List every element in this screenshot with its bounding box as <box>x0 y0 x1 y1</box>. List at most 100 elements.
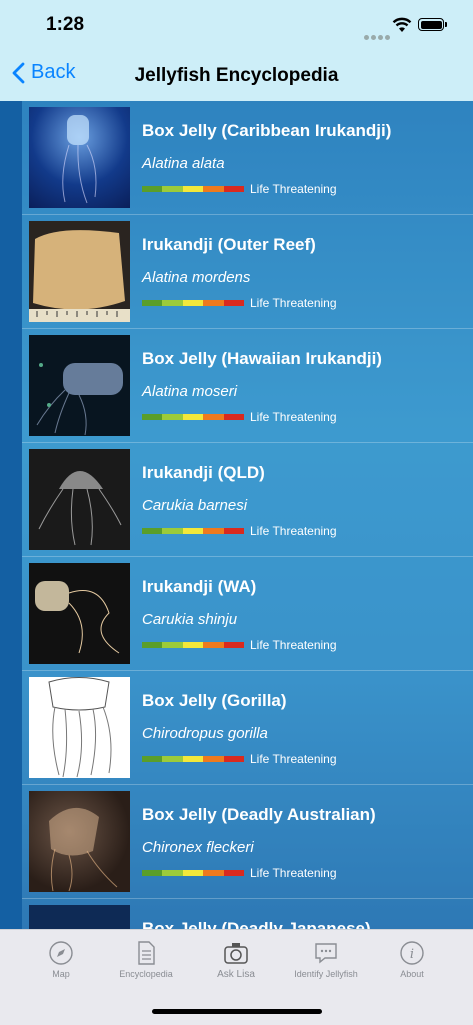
battery-cap <box>445 22 447 27</box>
battery-icon <box>418 18 444 31</box>
danger-segment <box>203 300 224 306</box>
list-item[interactable]: Irukandji (Outer Reef) Alatina mordens L… <box>22 215 473 329</box>
danger-segment <box>203 528 224 534</box>
tab-encyclopedia[interactable]: Encyclopedia <box>106 940 186 979</box>
danger-segment <box>142 642 163 648</box>
tab-label: Map <box>52 969 70 979</box>
wifi-icon <box>392 17 412 32</box>
page-title: Jellyfish Encyclopedia <box>134 65 339 86</box>
tab-label: About <box>400 969 424 979</box>
danger-label: Life Threatening <box>250 638 337 652</box>
jellyfish-name: Irukandji (Outer Reef) <box>142 235 316 254</box>
jellyfish-name: Box Jelly (Hawaiian Irukandji) <box>142 349 382 368</box>
jellyfish-name: Irukandji (WA) <box>142 577 257 596</box>
danger-segment <box>182 186 204 192</box>
jellyfish-thumbnail <box>29 791 130 892</box>
list-item[interactable]: Box Jelly (Caribbean Irukandji) Alatina … <box>22 101 473 215</box>
danger-segment <box>223 528 245 534</box>
tab-label: Identify Jellyfish <box>294 969 358 979</box>
danger-segment <box>203 642 224 648</box>
navigation-bar: Back Jellyfish Encyclopedia <box>0 52 473 102</box>
tab-ask-lisa[interactable]: Ask Lisa <box>196 940 276 980</box>
camera-icon <box>224 943 248 964</box>
svg-text:i: i <box>410 947 414 962</box>
tab-map[interactable]: Map <box>21 940 101 979</box>
danger-segment <box>182 300 204 306</box>
danger-segment <box>182 642 204 648</box>
danger-segment <box>182 870 204 876</box>
cellular-signal-icon <box>364 27 392 45</box>
danger-segment <box>162 642 183 648</box>
document-icon <box>138 941 155 965</box>
danger-label: Life Threatening <box>250 524 337 538</box>
danger-label: Life Threatening <box>250 752 337 766</box>
danger-label: Life Threatening <box>250 410 337 424</box>
jellyfish-thumbnail <box>29 221 130 322</box>
jellyfish-thumbnail <box>29 107 130 208</box>
tab-label: Encyclopedia <box>119 969 173 979</box>
scientific-name: Chirodropus gorilla <box>142 725 268 742</box>
danger-scale <box>142 870 245 876</box>
jellyfish-name: Box Jelly (Deadly Japanese) <box>142 919 371 929</box>
info-icon: i <box>400 941 424 965</box>
jellyfish-name: Box Jelly (Deadly Australian) <box>142 805 376 824</box>
danger-segment <box>223 756 245 762</box>
status-bar: 1:28 <box>0 0 473 52</box>
danger-segment <box>142 528 163 534</box>
compass-icon <box>49 941 73 965</box>
danger-segment <box>182 414 204 420</box>
danger-segment <box>223 414 245 420</box>
danger-segment <box>203 870 224 876</box>
danger-label: Life Threatening <box>250 182 337 196</box>
tab-identify-jellyfish[interactable]: Identify Jellyfish <box>286 940 366 979</box>
tab-about[interactable]: i About <box>372 940 452 979</box>
danger-segment <box>203 186 224 192</box>
danger-segment <box>162 414 183 420</box>
danger-scale <box>142 528 245 534</box>
list-item[interactable]: Box Jelly (Hawaiian Irukandji) Alatina m… <box>22 329 473 443</box>
list-item[interactable]: Box Jelly (Gorilla) Chirodropus gorilla … <box>22 671 473 785</box>
danger-segment <box>162 186 183 192</box>
danger-scale <box>142 642 245 648</box>
danger-segment <box>162 300 183 306</box>
list-item[interactable]: Irukandji (QLD) Carukia barnesi Life Thr… <box>22 443 473 557</box>
jellyfish-thumbnail <box>29 563 130 664</box>
jellyfish-list[interactable]: Box Jelly (Caribbean Irukandji) Alatina … <box>0 101 473 929</box>
danger-scale <box>142 414 245 420</box>
danger-segment <box>142 870 163 876</box>
jellyfish-thumbnail <box>29 335 130 436</box>
danger-segment <box>203 414 224 420</box>
status-time: 1:28 <box>46 14 85 35</box>
danger-label: Life Threatening <box>250 296 337 310</box>
chat-bubble-icon <box>315 943 337 964</box>
danger-segment <box>223 642 245 648</box>
tab-label: Ask Lisa <box>217 969 255 980</box>
danger-scale <box>142 756 245 762</box>
scientific-name: Alatina alata <box>142 155 225 172</box>
jellyfish-name: Box Jelly (Gorilla) <box>142 691 287 710</box>
home-indicator <box>152 1009 322 1014</box>
danger-segment <box>142 756 163 762</box>
danger-scale <box>142 300 245 306</box>
scientific-name: Carukia barnesi <box>142 497 248 514</box>
danger-segment <box>182 528 204 534</box>
danger-segment <box>162 528 183 534</box>
danger-segment <box>142 186 163 192</box>
list-item[interactable]: Irukandji (WA) Carukia shinju Life Threa… <box>22 557 473 671</box>
jellyfish-thumbnail <box>29 449 130 550</box>
danger-segment <box>182 756 204 762</box>
danger-scale <box>142 186 245 192</box>
scientific-name: Alatina mordens <box>142 269 251 286</box>
jellyfish-thumbnail <box>29 905 130 929</box>
danger-label: Life Threatening <box>250 866 337 880</box>
jellyfish-name: Box Jelly (Caribbean Irukandji) <box>142 121 392 140</box>
jellyfish-name: Irukandji (QLD) <box>142 463 265 482</box>
danger-segment <box>142 300 163 306</box>
list-item[interactable]: Box Jelly (Deadly Japanese) <box>22 899 473 929</box>
danger-segment <box>142 414 163 420</box>
list-item[interactable]: Box Jelly (Deadly Australian) Chironex f… <box>22 785 473 899</box>
jellyfish-thumbnail <box>29 677 130 778</box>
danger-segment <box>203 756 224 762</box>
danger-segment <box>223 186 245 192</box>
scientific-name: Carukia shinju <box>142 611 238 628</box>
